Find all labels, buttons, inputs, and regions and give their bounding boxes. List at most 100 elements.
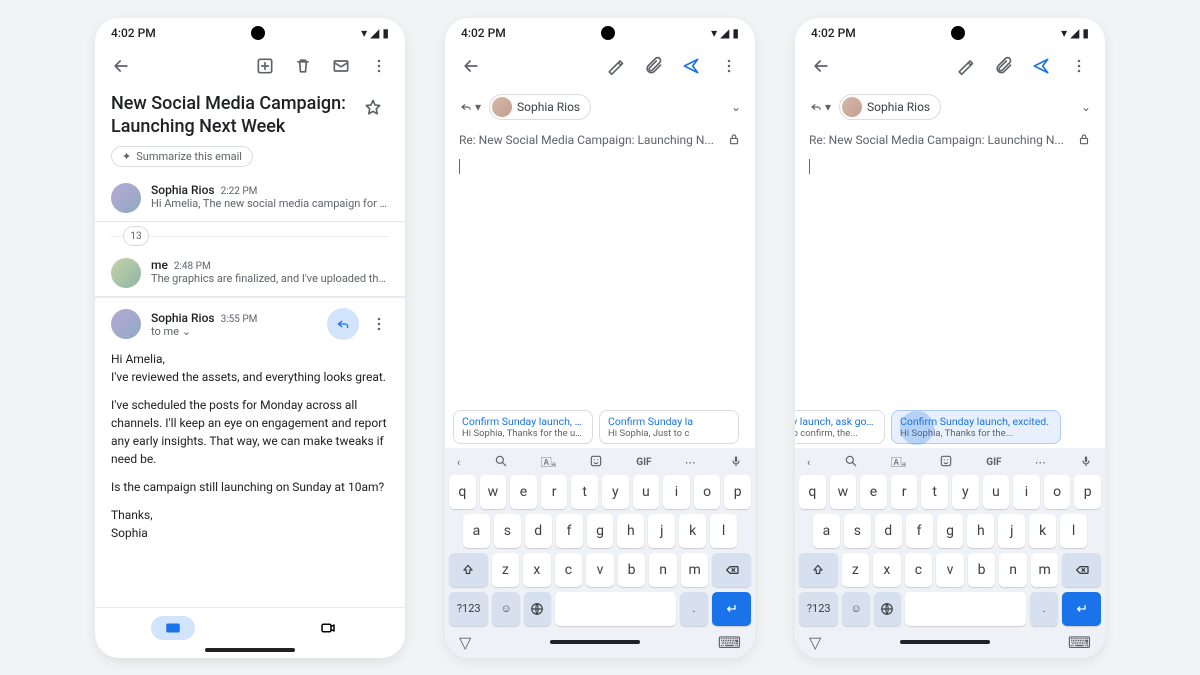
space-key[interactable] — [905, 592, 1026, 626]
compose-body[interactable] — [795, 153, 1105, 406]
key[interactable]: d — [875, 514, 902, 548]
key[interactable]: a — [813, 514, 840, 548]
key[interactable]: h — [617, 514, 644, 548]
key[interactable]: q — [449, 475, 476, 509]
compose-body[interactable] — [445, 153, 755, 406]
message-collapsed[interactable]: Sophia Rios2:22 PM Hi Amelia, The new so… — [95, 175, 405, 222]
key[interactable]: l — [1060, 514, 1087, 548]
mark-unread-button[interactable] — [325, 50, 357, 82]
key[interactable]: o — [1044, 475, 1071, 509]
back-button[interactable] — [805, 50, 837, 82]
key[interactable]: e — [860, 475, 887, 509]
kb-more-icon[interactable]: ⋯ — [1035, 456, 1046, 469]
key[interactable]: f — [556, 514, 583, 548]
key[interactable]: b — [968, 553, 996, 587]
enter-key[interactable] — [712, 592, 751, 626]
key[interactable]: y — [952, 475, 979, 509]
key[interactable]: v — [586, 553, 614, 587]
key[interactable]: b — [618, 553, 646, 587]
key[interactable]: r — [541, 475, 568, 509]
key[interactable]: w — [480, 475, 507, 509]
key[interactable]: s — [844, 514, 871, 548]
shift-key[interactable] — [799, 553, 838, 587]
delete-button[interactable] — [287, 50, 319, 82]
recipients-row[interactable]: ▾ Sophia Rios ⌄ — [445, 88, 755, 126]
key[interactable]: i — [663, 475, 690, 509]
send-button[interactable] — [675, 50, 707, 82]
more-button[interactable] — [1063, 50, 1095, 82]
key[interactable]: h — [967, 514, 994, 548]
symbols-key[interactable]: ?123 — [799, 592, 838, 626]
nav-hide-keyboard-icon[interactable]: ▽ — [459, 633, 471, 652]
key[interactable]: w — [830, 475, 857, 509]
key[interactable]: p — [724, 475, 751, 509]
nav-hide-keyboard-icon[interactable]: ▽ — [809, 633, 821, 652]
subject-row[interactable]: Re: New Social Media Campaign: Launching… — [795, 126, 1105, 153]
collapsed-count-row[interactable]: 13 — [95, 226, 405, 246]
message-more-button[interactable] — [369, 308, 389, 340]
key[interactable]: m — [1031, 553, 1059, 587]
back-button[interactable] — [105, 50, 137, 82]
kb-sticker-icon[interactable] — [589, 454, 603, 471]
magic-write-button[interactable] — [949, 50, 981, 82]
kb-mic-icon[interactable] — [1079, 454, 1093, 471]
star-button[interactable] — [357, 92, 389, 124]
subject-row[interactable]: Re: New Social Media Campaign: Launching… — [445, 126, 755, 153]
magic-write-button[interactable] — [599, 50, 631, 82]
key[interactable]: a — [463, 514, 490, 548]
message-collapsed[interactable]: me2:48 PM The graphics are finalized, an… — [95, 250, 405, 297]
key[interactable]: z — [492, 553, 520, 587]
key[interactable]: c — [555, 553, 583, 587]
kb-more-icon[interactable]: ⋯ — [685, 456, 696, 469]
key[interactable]: p — [1074, 475, 1101, 509]
key[interactable]: m — [681, 553, 709, 587]
smart-reply-chip[interactable]: Confirm Sunday launch, excited. Hi Sophi… — [891, 410, 1061, 444]
backspace-key[interactable] — [1062, 553, 1101, 587]
kb-back-icon[interactable]: ‹ — [457, 456, 460, 469]
shift-key[interactable] — [449, 553, 488, 587]
nav-meet[interactable] — [306, 616, 350, 640]
period-key[interactable]: . — [1030, 592, 1057, 626]
home-indicator[interactable] — [900, 640, 990, 644]
more-button[interactable] — [713, 50, 745, 82]
nav-keyboard-switch-icon[interactable]: ⌨ — [1068, 633, 1091, 652]
key[interactable]: i — [1013, 475, 1040, 509]
key[interactable]: u — [983, 475, 1010, 509]
key[interactable]: e — [510, 475, 537, 509]
key[interactable]: t — [921, 475, 948, 509]
key[interactable]: g — [937, 514, 964, 548]
key[interactable]: f — [906, 514, 933, 548]
key[interactable]: d — [525, 514, 552, 548]
reply-mode-toggle[interactable]: ▾ — [459, 100, 481, 114]
attach-button[interactable] — [637, 50, 669, 82]
key[interactable]: n — [649, 553, 677, 587]
key[interactable]: x — [523, 553, 551, 587]
smart-reply-chip[interactable]: Confirm Sunday launch, sugge... Hi Sophi… — [453, 410, 593, 444]
expand-recipients-icon[interactable]: ⌄ — [731, 100, 741, 114]
emoji-key[interactable]: ☺ — [842, 592, 869, 626]
summarize-chip[interactable]: ✦ Summarize this email — [111, 146, 253, 167]
more-button[interactable] — [363, 50, 395, 82]
backspace-key[interactable] — [712, 553, 751, 587]
key[interactable]: c — [905, 553, 933, 587]
emoji-key[interactable]: ☺ — [492, 592, 519, 626]
key[interactable]: r — [891, 475, 918, 509]
language-key[interactable] — [524, 592, 551, 626]
nav-keyboard-switch-icon[interactable]: ⌨ — [718, 633, 741, 652]
key[interactable]: k — [1029, 514, 1056, 548]
reply-button[interactable] — [327, 308, 359, 340]
kb-sticker-icon[interactable] — [939, 454, 953, 471]
nav-mail[interactable] — [151, 616, 195, 640]
kb-search-icon[interactable] — [844, 454, 858, 471]
kb-mic-icon[interactable] — [729, 454, 743, 471]
recipients-row[interactable]: ▾ Sophia Rios ⌄ — [795, 88, 1105, 126]
period-key[interactable]: . — [680, 592, 707, 626]
key[interactable]: y — [602, 475, 629, 509]
key[interactable]: n — [999, 553, 1027, 587]
recipient-chip[interactable]: Sophia Rios — [839, 94, 941, 120]
kb-search-icon[interactable] — [494, 454, 508, 471]
key[interactable]: x — [873, 553, 901, 587]
recipient-chip[interactable]: Sophia Rios — [489, 94, 591, 120]
key[interactable]: s — [494, 514, 521, 548]
key[interactable]: j — [998, 514, 1025, 548]
